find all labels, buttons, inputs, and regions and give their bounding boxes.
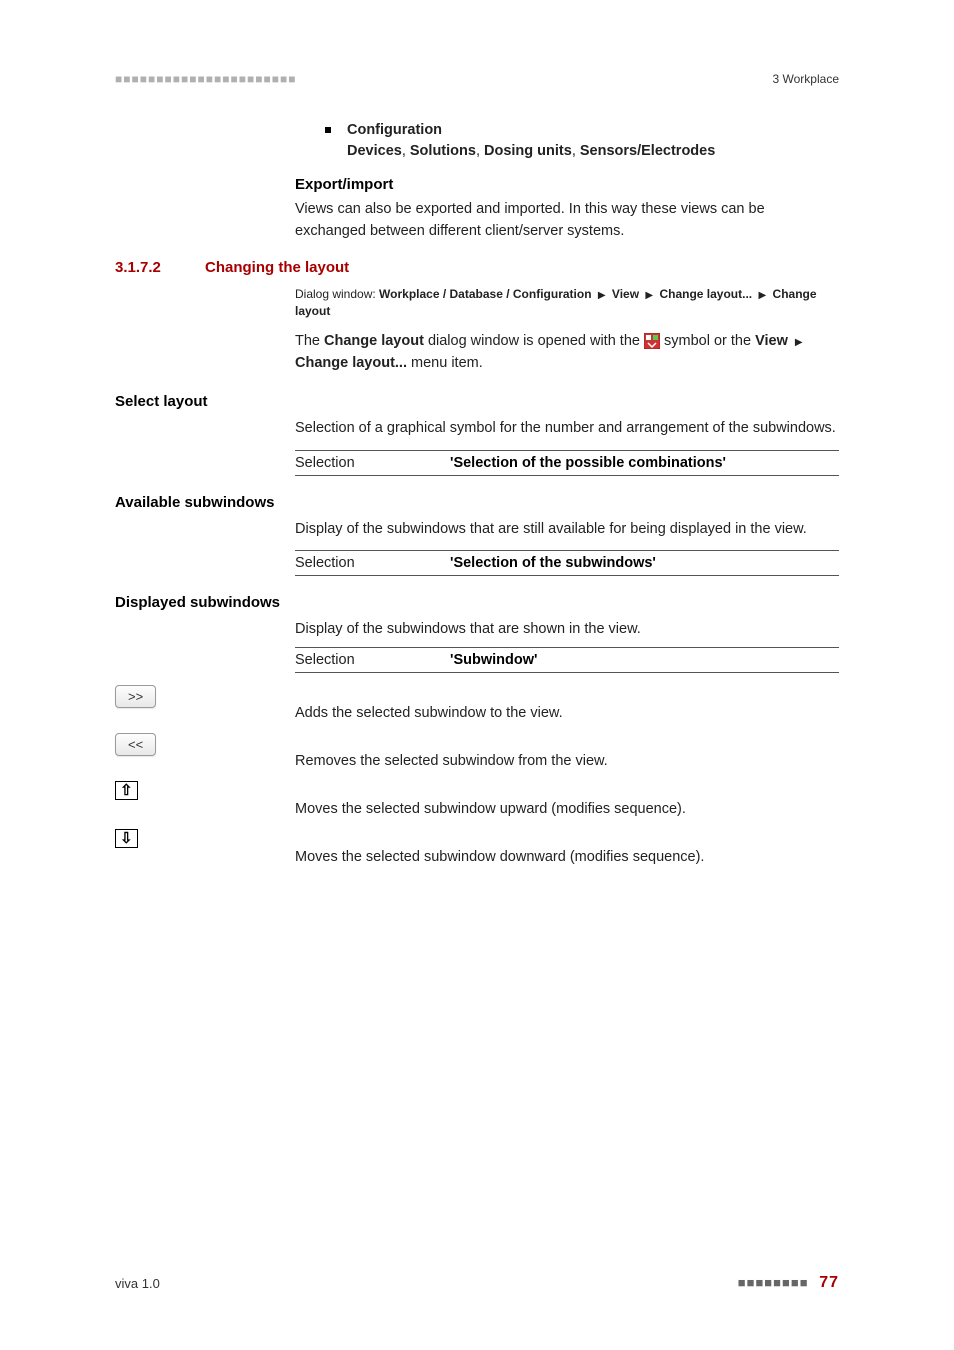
para-pre: The [295, 333, 324, 349]
move-down-button[interactable]: ⇩ [115, 829, 138, 848]
available-subwindows-block: Display of the subwindows that are still… [295, 519, 839, 577]
remove-button-row: << Removes the selected subwindow from t… [115, 733, 839, 769]
section-number: 3.1.7.2 [115, 259, 205, 276]
footer-marks: ■■■■■■■■ [738, 1275, 809, 1290]
para-bold-view: View [755, 333, 788, 349]
layout-symbol-icon [644, 333, 660, 349]
available-body: Display of the subwindows that are still… [295, 519, 839, 541]
available-subwindows-heading: Available subwindows [115, 494, 839, 511]
dialog-path-1: Workplace / Database / Configuration [379, 287, 591, 301]
footer-product: viva 1.0 [115, 1276, 160, 1291]
displayed-selection-row: Selection 'Subwindow' [295, 647, 839, 673]
section-title: Changing the layout [205, 259, 349, 276]
icon-cell: ⇧ [115, 781, 295, 800]
page-number: 77 [819, 1274, 839, 1291]
move-down-description: Moves the selected subwindow downward (m… [295, 829, 704, 865]
select-layout-block: Selection of a graphical symbol for the … [295, 418, 839, 476]
para-bold-change-layout-menu: Change layout... [295, 355, 407, 371]
bullet-configuration: Configuration Devices, Solutions, Dosing… [325, 120, 839, 162]
move-up-button-row: ⇧ Moves the selected subwindow upward (m… [115, 781, 839, 817]
select-layout-body: Selection of a graphical symbol for the … [295, 418, 839, 440]
change-layout-paragraph: The Change layout dialog window is opene… [295, 331, 839, 375]
move-up-description: Moves the selected subwindow upward (mod… [295, 781, 686, 817]
selection-value: 'Selection of the possible combinations' [450, 455, 726, 471]
add-description: Adds the selected subwindow to the view. [295, 685, 563, 721]
select-layout-selection-row: Selection 'Selection of the possible com… [295, 450, 839, 476]
square-bullet-icon [325, 127, 331, 133]
triangle-icon: ▶ [795, 335, 803, 350]
select-layout-heading: Select layout [115, 393, 839, 410]
arrow-down-icon: ⇩ [120, 830, 133, 847]
para-end: menu item. [411, 355, 483, 371]
page-footer: viva 1.0 ■■■■■■■■ 77 [115, 1274, 839, 1292]
header-breadcrumb: 3 Workplace [773, 72, 839, 86]
export-import-heading: Export/import [295, 176, 839, 193]
move-up-button[interactable]: ⇧ [115, 781, 138, 800]
selection-label: Selection [295, 555, 450, 571]
add-subwindow-button[interactable]: >> [115, 685, 156, 708]
displayed-subwindows-heading: Displayed subwindows [115, 594, 839, 611]
page-header: ■■■■■■■■■■■■■■■■■■■■■■ 3 Workplace [115, 0, 839, 114]
dialog-prefix: Dialog window: [295, 287, 379, 301]
arrow-up-icon: ⇧ [120, 782, 133, 799]
selection-value: 'Selection of the subwindows' [450, 555, 656, 571]
config-item-2: Solutions [410, 143, 476, 159]
para-bold-change-layout: Change layout [324, 333, 424, 349]
add-button-row: >> Adds the selected subwindow to the vi… [115, 685, 839, 721]
config-item-4: Sensors/Electrodes [580, 143, 715, 159]
para-mid: dialog window is opened with the [428, 333, 644, 349]
config-title: Configuration [347, 122, 442, 138]
displayed-subwindows-block: Display of the subwindows that are shown… [295, 619, 839, 673]
config-item-3: Dosing units [484, 143, 572, 159]
para-post-icon: symbol or the [664, 333, 755, 349]
footer-right: ■■■■■■■■ 77 [738, 1274, 839, 1292]
selection-label: Selection [295, 652, 450, 668]
bullet-text: Configuration Devices, Solutions, Dosing… [347, 120, 715, 162]
content: Configuration Devices, Solutions, Dosing… [115, 114, 839, 865]
page: ■■■■■■■■■■■■■■■■■■■■■■ 3 Workplace Confi… [0, 0, 954, 1350]
displayed-body: Display of the subwindows that are shown… [295, 619, 839, 641]
section-317-2: 3.1.7.2 Changing the layout [115, 259, 839, 276]
icon-cell: ⇩ [115, 829, 295, 848]
remove-description: Removes the selected subwindow from the … [295, 733, 608, 769]
icon-cell: >> [115, 685, 295, 708]
header-left-marks: ■■■■■■■■■■■■■■■■■■■■■■ [115, 72, 296, 86]
section-body: Dialog window: Workplace / Database / Co… [295, 286, 839, 375]
triangle-icon: ▶ [598, 289, 606, 303]
config-item-1: Devices [347, 143, 402, 159]
selection-value: 'Subwindow' [450, 652, 537, 668]
available-selection-row: Selection 'Selection of the subwindows' [295, 550, 839, 576]
configuration-block: Configuration Devices, Solutions, Dosing… [295, 120, 839, 243]
selection-label: Selection [295, 455, 450, 471]
triangle-icon: ▶ [758, 289, 766, 303]
export-import-body: Views can also be exported and imported.… [295, 199, 839, 243]
dialog-path-2: View [612, 287, 639, 301]
icon-cell: << [115, 733, 295, 756]
move-down-button-row: ⇩ Moves the selected subwindow downward … [115, 829, 839, 865]
triangle-icon: ▶ [645, 289, 653, 303]
dialog-window-line: Dialog window: Workplace / Database / Co… [295, 286, 839, 320]
dialog-path-3: Change layout... [659, 287, 752, 301]
remove-subwindow-button[interactable]: << [115, 733, 156, 756]
